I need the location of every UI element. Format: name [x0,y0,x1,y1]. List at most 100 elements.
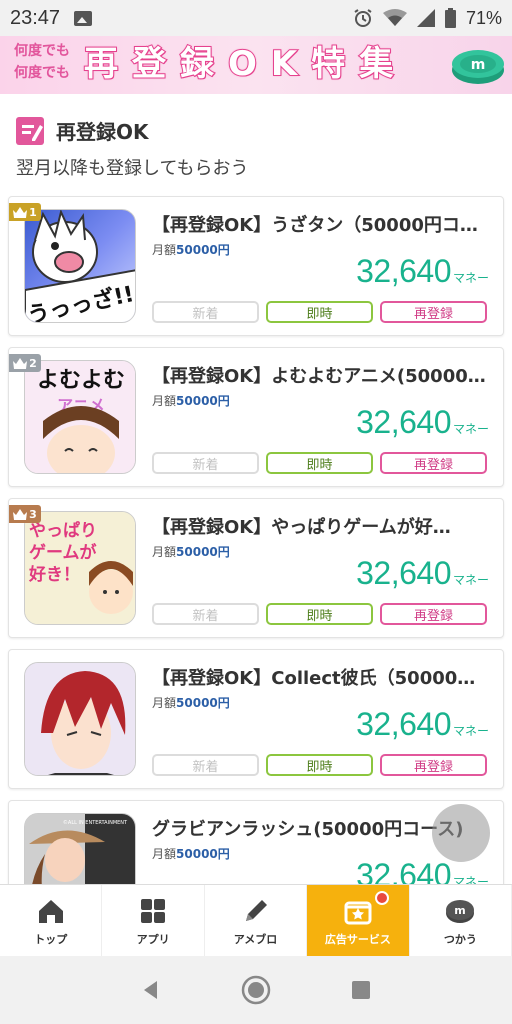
crown-icon [13,508,28,520]
banner-char: 再 [83,43,126,85]
pencil-icon [245,899,267,921]
rank-number: 2 [29,356,37,370]
reward-unit: マネー [452,724,489,738]
reward-amount: 32,640 マネー [356,706,489,743]
banner-char: 特 [310,43,354,85]
tag-row: 新着 即時 再登録 [152,603,487,625]
nav-ameblo[interactable]: アメブロ [205,885,308,956]
monthly-value: 50000円 [176,243,230,257]
rank-number: 1 [29,205,37,219]
banner-line-1: 何度でも [14,43,70,59]
section-title: 再登録OK [56,120,149,144]
banner-char: K [270,43,306,85]
star-box-icon [344,901,372,924]
reward-amount: 32,640 マネー [356,404,489,441]
main-content[interactable]: 再登録OK 翌月以降も登録してもらおう うっっざ!! 1 【再登録OK】うざタン… [0,94,512,884]
svg-text:m: m [471,57,486,73]
reward-number: 32,640 [356,857,451,884]
section-memo-icon [16,116,44,145]
home-circle-icon[interactable] [240,974,272,1006]
offer-title: 【再登録OK】Collect彼氏（50000… [152,668,476,689]
reward-unit: マネー [452,422,489,436]
rank-badge: 1 [9,203,41,221]
reward-number: 32,640 [356,706,451,742]
monthly-price: 月額50000円 [152,241,230,258]
banner-headline: 再 登 録 O K 特 集 [83,42,401,86]
tag-row: 新着 即時 再登録 [152,754,487,776]
home-icon [38,899,63,923]
tag-row: 新着 即時 再登録 [152,452,487,474]
monthly-value: 50000円 [176,394,230,408]
monthly-value: 50000円 [176,696,230,710]
monthly-label: 月額 [152,243,177,257]
app-thumbnail: よむよむ アニメ [24,360,136,474]
rank-badge: 3 [9,505,41,523]
monthly-label: 月額 [152,847,177,861]
system-nav-bar [0,956,512,1024]
offer-card[interactable]: ©ALL IN ENTERTAINMENT グラビアンラッシュ(50000円コー… [8,800,504,884]
battery-percent: 71% [465,7,502,28]
monthly-price: 月額50000円 [152,392,230,409]
monthly-price: 月額50000円 [152,694,230,711]
crown-icon [13,206,28,218]
promo-banner[interactable]: 何度でも 何度でも 再 登 録 O K 特 集 m [0,36,512,94]
notification-dot [374,891,389,905]
thumb-text: ©ALL IN ENTERTAINMENT [63,819,128,826]
reward-unit: マネー [452,271,489,285]
battery-icon [444,8,456,28]
nav-label: アメブロ [233,932,278,946]
offer-card[interactable]: うっっざ!! 1 【再登録OK】うざタン（50000円コ… 月額50000円 3… [8,196,504,336]
app-thumbnail: ©ALL IN ENTERTAINMENT [24,813,136,884]
monthly-value: 50000円 [176,545,230,559]
alarm-icon [354,9,372,27]
floating-action-button[interactable] [432,804,490,862]
nav-ad-service[interactable]: 広告サービス [307,885,410,956]
app-thumbnail: やっぱり ゲームが 好き！ [24,511,136,625]
offer-title: 【再登録OK】やっぱりゲームが好… [152,517,451,538]
rank-number: 3 [29,507,37,521]
tag-new: 新着 [152,603,259,625]
monthly-price: 月額50000円 [152,543,230,560]
recents-icon[interactable] [349,978,373,1002]
reward-amount: 32,640 マネー [356,555,489,592]
offer-title: 【再登録OK】よむよむアニメ(50000… [152,366,486,387]
offer-card[interactable]: よむよむ アニメ 2 【再登録OK】よむよむアニメ(50000… 月額50000… [8,347,504,487]
nav-use[interactable]: m つかう [410,885,512,956]
apps-grid-icon [141,898,166,923]
thumb-text: よむよむ [37,368,125,393]
tag-reregister: 再登録 [380,603,487,625]
nav-top[interactable]: トップ [0,885,103,956]
nav-label: 広告サービス [324,932,391,946]
banner-char: 録 [179,43,222,85]
tag-instant: 即時 [266,603,373,625]
monthly-label: 月額 [152,545,177,559]
reward-number: 32,640 [356,253,451,289]
monthly-price: 月額50000円 [152,845,230,862]
app-thumbnail: うっっざ!! [24,209,136,323]
crown-icon [13,357,28,369]
tag-new: 新着 [152,754,259,776]
reward-number: 32,640 [356,404,451,440]
tag-instant: 即時 [266,301,373,323]
offer-card[interactable]: やっぱり ゲームが 好き！ 3 【再登録OK】やっぱりゲームが好… 月額5000… [8,498,504,638]
monthly-value: 50000円 [176,847,230,861]
tag-reregister: 再登録 [380,301,487,323]
wifi-icon [382,9,407,26]
tag-reregister: 再登録 [380,452,487,474]
image-notification-icon [74,10,93,26]
back-icon[interactable] [139,978,163,1002]
monthly-label: 月額 [152,696,177,710]
svg-text:m: m [455,904,466,917]
thumb-text: 好き！ [28,564,80,585]
reward-amount: 32,640 マネー [356,253,489,290]
banner-char: O [227,43,265,85]
reward-amount: 32,640 マネー [356,857,489,884]
nav-apps[interactable]: アプリ [102,885,205,956]
bottom-nav: トップ アプリ アメブロ 広告サービス m つかう [0,884,512,956]
tag-reregister: 再登録 [380,754,487,776]
status-time: 23:47 [10,6,61,29]
tag-new: 新着 [152,301,259,323]
offer-card[interactable]: 【再登録OK】Collect彼氏（50000… 月額50000円 32,640 マ… [8,649,504,789]
thumb-text: ゲームが [29,542,97,563]
reward-unit: マネー [452,875,489,884]
